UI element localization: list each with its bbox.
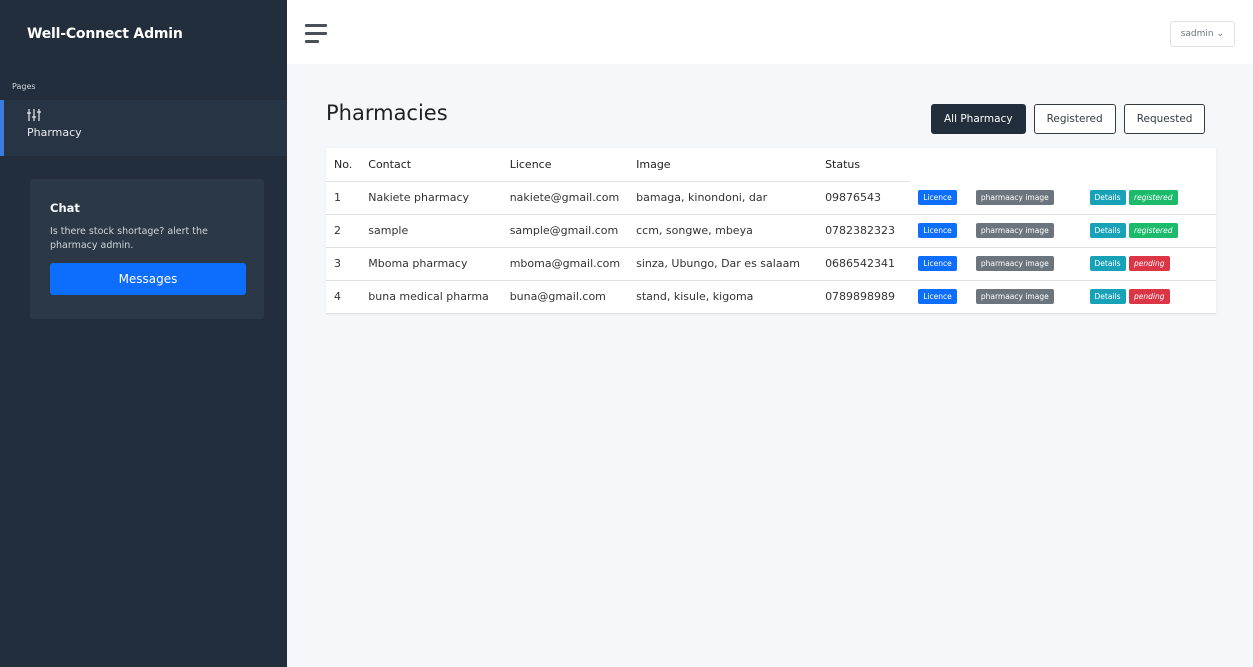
details-badge[interactable]: Details xyxy=(1089,223,1126,238)
user-dropdown[interactable]: sadmin ⌄ xyxy=(1169,21,1235,47)
page-title: Pharmacies xyxy=(326,101,448,125)
sliders-icon xyxy=(27,109,41,121)
table-row: 2 sample sample@gmail.com ccm, songwe, m… xyxy=(326,214,1216,248)
pharmacy-address: sinza, Ubungo, Dar es salaam xyxy=(628,247,818,281)
filter-requested-button[interactable]: Requested xyxy=(1123,104,1206,134)
licence-badge[interactable]: Licence xyxy=(918,256,957,271)
col-header-no: No. xyxy=(326,148,361,182)
sidebar-item-pharmacy[interactable]: Pharmacy xyxy=(0,100,287,156)
pharmacy-name: Nakiete pharmacy xyxy=(360,181,502,215)
topbar: sadmin ⌄ xyxy=(287,0,1253,64)
status-badge: pending xyxy=(1129,289,1170,304)
pharmacy-email: nakiete@gmail.com xyxy=(501,181,629,215)
row-number: 3 xyxy=(326,247,361,281)
table-header-row: No. Contact Licence Image Status xyxy=(326,148,1216,182)
filter-buttons: All Pharmacy Registered Requested xyxy=(931,104,1206,134)
pharmacy-phone: 0789898989 xyxy=(817,280,911,314)
row-number: 1 xyxy=(326,181,361,215)
pharmacy-name: sample xyxy=(360,214,502,248)
filter-all-pharmacy-button[interactable]: All Pharmacy xyxy=(931,104,1026,134)
filter-registered-button[interactable]: Registered xyxy=(1033,104,1116,134)
col-header-image: Image xyxy=(628,148,818,182)
pharmacy-phone: 0686542341 xyxy=(817,247,911,281)
pharmacy-phone: 09876543 xyxy=(817,181,911,215)
sidebar: Well-Connect Admin Pages Pharmacy Chat I… xyxy=(0,0,287,667)
status-badge: registered xyxy=(1129,189,1178,205)
licence-badge[interactable]: Licence xyxy=(918,289,957,304)
pharmacies-table-card: No. Contact Licence Image Status 1 Nakie… xyxy=(326,148,1216,314)
status-badge: registered xyxy=(1129,223,1178,238)
pharmacy-address: stand, kisule, kigoma xyxy=(628,280,818,314)
pharmacy-email: sample@gmail.com xyxy=(501,214,629,248)
pharmacy-image-badge[interactable]: pharmaacy image xyxy=(975,289,1054,304)
col-header-blank xyxy=(968,148,1082,181)
pharmacy-name: buna medical pharma xyxy=(360,280,502,314)
chat-card: Chat Is there stock shortage? alert the … xyxy=(30,179,264,319)
pharmacy-email: mboma@gmail.com xyxy=(501,247,629,281)
details-badge[interactable]: Details xyxy=(1089,289,1126,304)
col-header-contact: Contact xyxy=(360,148,502,182)
messages-button[interactable]: Messages xyxy=(50,263,246,295)
chat-card-title: Chat xyxy=(50,201,80,215)
sidebar-section-header: Pages xyxy=(12,82,36,91)
row-number: 2 xyxy=(326,214,361,248)
col-header-blank xyxy=(910,148,968,181)
pharmacy-address: ccm, songwe, mbeya xyxy=(628,214,818,248)
pharmacy-name: Mboma pharmacy xyxy=(360,247,502,281)
col-header-blank xyxy=(1082,148,1216,181)
pharmacy-image-badge[interactable]: pharmaacy image xyxy=(975,189,1054,205)
licence-badge[interactable]: Licence xyxy=(918,223,957,238)
col-header-status: Status xyxy=(817,148,911,182)
pharmacy-image-badge[interactable]: pharmaacy image xyxy=(975,256,1054,271)
col-header-licence: Licence xyxy=(501,148,629,182)
hamburger-menu-icon[interactable] xyxy=(305,24,327,44)
table-row: 1 Nakiete pharmacy nakiete@gmail.com bam… xyxy=(326,181,1216,215)
pharmacy-address: bamaga, kinondoni, dar xyxy=(628,181,818,215)
brand-title[interactable]: Well-Connect Admin xyxy=(0,0,287,70)
sidebar-item-label: Pharmacy xyxy=(27,126,82,139)
details-badge[interactable]: Details xyxy=(1089,189,1126,205)
chat-card-text: Is there stock shortage? alert the pharm… xyxy=(50,226,208,251)
pharmacy-image-badge[interactable]: pharmaacy image xyxy=(975,223,1054,238)
table-row: 4 buna medical pharma buna@gmail.com sta… xyxy=(326,280,1216,314)
table-row: 3 Mboma pharmacy mboma@gmail.com sinza, … xyxy=(326,247,1216,281)
pharmacy-phone: 0782382323 xyxy=(817,214,911,248)
status-badge: pending xyxy=(1129,256,1170,271)
pharmacy-email: buna@gmail.com xyxy=(501,280,629,314)
details-badge[interactable]: Details xyxy=(1089,256,1126,271)
licence-badge[interactable]: Licence xyxy=(918,189,957,205)
pharmacies-table: No. Contact Licence Image Status 1 Nakie… xyxy=(326,148,1216,314)
row-number: 4 xyxy=(326,280,361,314)
